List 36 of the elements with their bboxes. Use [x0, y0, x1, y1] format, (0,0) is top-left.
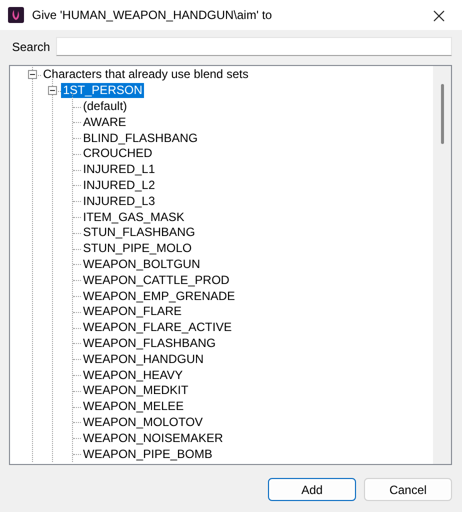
tree-item[interactable]: STUN_PIPE_MOLO	[81, 241, 194, 256]
tree-item[interactable]: WEAPON_FLASHBANG	[81, 336, 218, 351]
search-label: Search	[11, 38, 52, 56]
tree-item[interactable]: Characters that already use blend sets	[41, 67, 250, 82]
tree-item[interactable]: 1ST_PERSON	[61, 83, 144, 98]
tree-item[interactable]: STUN_FLASHBANG	[81, 225, 198, 240]
scrollbar[interactable]	[433, 66, 451, 464]
tree-item[interactable]: ITEM_GAS_MASK	[81, 210, 186, 225]
tree-item[interactable]: WEAPON_BOLTGUN	[81, 256, 202, 272]
tree-item[interactable]: INJURED_L2	[81, 178, 158, 193]
tree-item[interactable]: WEAPON_FLARE	[81, 304, 184, 320]
tree-item[interactable]: WEAPON_MELEE	[81, 399, 186, 414]
tree-item[interactable]: BLIND_FLASHBANG	[81, 130, 200, 146]
tree-item[interactable]: INJURED_L1	[81, 162, 158, 178]
app-icon	[8, 7, 24, 23]
tree-item[interactable]: AWARE	[81, 114, 128, 130]
search-field[interactable]	[56, 37, 452, 56]
tree-item[interactable]: WEAPON_PIPE_BOMB	[81, 446, 214, 462]
tree-item[interactable]: (default)	[81, 98, 130, 114]
tree-item[interactable]: WEAPON_EMP_GRENADE	[81, 288, 238, 304]
tree-item[interactable]: INJURED_L3	[81, 194, 158, 209]
close-icon	[432, 8, 446, 23]
tree-item[interactable]: WEAPON_HEAVY	[81, 368, 185, 383]
collapse-icon[interactable]	[28, 70, 37, 80]
tree-item[interactable]: WEAPON_HANDGUN	[81, 352, 206, 367]
scroll-thumb[interactable]	[441, 84, 444, 144]
tree-item[interactable]: WEAPON_NOISEMAKER	[81, 430, 226, 446]
tree-item[interactable]: WEAPON_MEDKIT	[81, 383, 190, 398]
tree-item[interactable]: WEAPON_FLARE_ACTIVE	[81, 320, 234, 336]
window-title: Give 'HUMAN_WEAPON_HANDGUN\aim' to	[32, 7, 272, 24]
tree-item[interactable]: WEAPON_MOLOTOV	[81, 414, 205, 430]
tree-item[interactable]: WEAPON_CATTLE_PROD	[81, 272, 232, 288]
collapse-icon[interactable]	[48, 86, 57, 96]
dialog-button[interactable]: Add	[268, 478, 356, 501]
tree-item[interactable]: CROUCHED	[81, 146, 154, 162]
dialog-button[interactable]: Cancel	[364, 478, 452, 501]
